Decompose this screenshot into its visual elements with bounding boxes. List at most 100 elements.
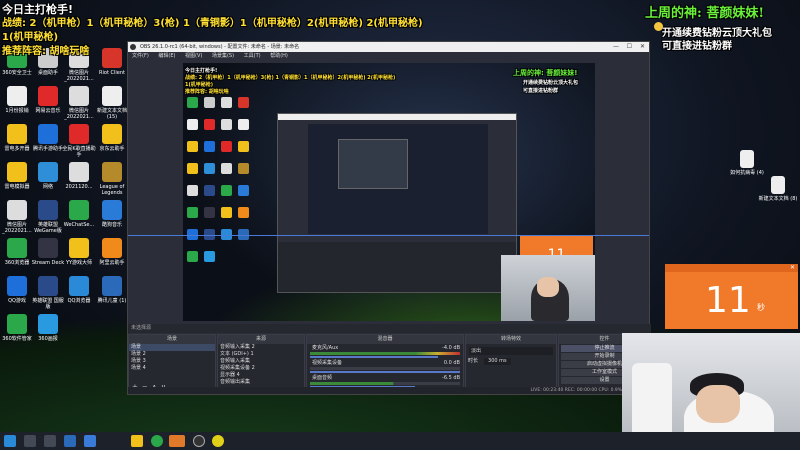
- desktop-icon-label: 网络: [42, 184, 53, 190]
- desktop-icon[interactable]: YY游戏大师: [62, 238, 96, 266]
- desktop-icon-label: 网易云音乐: [35, 108, 61, 114]
- desktop-icon-label: 360安全卫士: [2, 70, 32, 76]
- taskview-icon[interactable]: [44, 435, 56, 447]
- minimize-icon[interactable]: —: [613, 42, 619, 52]
- source-item[interactable]: 音频输出采集: [218, 379, 304, 386]
- active-app-icon[interactable]: [169, 435, 185, 447]
- preview-app-icon: [238, 163, 249, 174]
- desktop-icon[interactable]: 全民K歌直播助手: [62, 124, 96, 158]
- chrome-icon[interactable]: [151, 435, 163, 447]
- desktop-icon[interactable]: QQ浏览器: [62, 276, 96, 304]
- preview-app-icon: [238, 119, 249, 130]
- desktop-icon-label: 360浏览器: [4, 260, 30, 266]
- source-item[interactable]: 视频采集设备 2: [218, 365, 304, 372]
- close-icon[interactable]: ✕: [790, 264, 795, 271]
- menu-file[interactable]: 文件(F): [132, 53, 149, 59]
- desktop-icon[interactable]: 360画报: [31, 314, 65, 342]
- menu-tools[interactable]: 工具(T): [244, 53, 261, 59]
- app-icon: [7, 314, 27, 334]
- desktop-icon[interactable]: 微信图片_2022021...: [0, 200, 34, 234]
- search-icon[interactable]: [24, 435, 36, 447]
- desktop-icon[interactable]: 新建文本文档 (15): [95, 86, 129, 120]
- close-icon[interactable]: ✕: [640, 42, 645, 52]
- preview-app-icon: [204, 97, 215, 108]
- desktop-icon[interactable]: 雷电多开器: [0, 124, 34, 152]
- preview-app-icon: [238, 97, 249, 108]
- obs-window[interactable]: OBS 26.1.0-rc1 (64-bit, windows) - 配置文件:…: [127, 41, 651, 395]
- obs-icon[interactable]: [193, 435, 205, 447]
- desktop-icon[interactable]: 网络: [31, 162, 65, 190]
- desktop-icon[interactable]: 网易云音乐: [31, 86, 65, 114]
- desktop-icon-label: 雷电多开器: [4, 146, 30, 152]
- app-icon: [102, 48, 122, 68]
- desktop-icon[interactable]: 1月份报销: [0, 86, 34, 114]
- source-item[interactable]: 音频输入采集: [218, 358, 304, 365]
- app-icon: [102, 86, 122, 106]
- app-icon: [7, 238, 27, 258]
- duration-field[interactable]: 300 ms: [484, 358, 511, 365]
- app-icon: [69, 200, 89, 220]
- desktop-icon-right-2[interactable]: 新建文本文档 (8): [756, 176, 800, 202]
- scene-item[interactable]: 场景 3: [129, 358, 215, 365]
- windows-icon[interactable]: [4, 435, 16, 447]
- desktop-icon-right-1[interactable]: 如何抗病毒 (4): [725, 150, 769, 176]
- obs-title: OBS 26.1.0-rc1 (64-bit, windows) - 配置文件:…: [140, 44, 300, 50]
- desktop-icon[interactable]: Riot Client: [95, 48, 129, 76]
- explorer-icon[interactable]: [131, 435, 143, 447]
- transition-select[interactable]: 淡出: [469, 347, 553, 355]
- obs-titlebar[interactable]: OBS 26.1.0-rc1 (64-bit, windows) - 配置文件:…: [128, 42, 649, 52]
- desktop-icon[interactable]: 2021120...: [62, 162, 96, 190]
- menu-help[interactable]: 帮助(H): [270, 53, 288, 59]
- menu-scene-collection[interactable]: 场景集(S): [212, 53, 234, 59]
- desktop-icon-label: 雷电模拟器: [4, 184, 30, 190]
- desktop-icon-label: League of Legends: [99, 184, 125, 196]
- preview-app-icon: [187, 251, 198, 262]
- desktop-icon[interactable]: 京东云助手: [95, 124, 129, 152]
- desktop-icon[interactable]: 360浏览器: [0, 238, 34, 266]
- scene-item[interactable]: 场景: [129, 344, 215, 351]
- desktop-icon-label: 阿里云助手: [99, 260, 125, 266]
- desktop-icon[interactable]: Stream Deck: [31, 238, 65, 266]
- desktop-icon-label: 腾讯儿童 (1): [97, 298, 127, 304]
- menu-view[interactable]: 视图(V): [185, 53, 202, 59]
- app-icon: [38, 238, 58, 258]
- desktop-icon-label: 360画报: [38, 336, 58, 342]
- desktop-icon[interactable]: 腾讯儿童 (1): [95, 276, 129, 304]
- maximize-icon[interactable]: ☐: [627, 42, 632, 52]
- desktop-icon[interactable]: 雷电模拟器: [0, 162, 34, 190]
- desktop-icon[interactable]: 腾讯手游助手: [31, 124, 65, 152]
- app-icon: [69, 238, 89, 258]
- sources-panel: 来源 音频输入采集 2 文本 (GDI+) 1 音频输入采集 视频采集设备 2 …: [217, 334, 305, 394]
- app-icon: [69, 162, 89, 182]
- desktop-icon[interactable]: 英雄联盟 WeGame版: [31, 200, 65, 234]
- edge-icon[interactable]: [64, 435, 76, 447]
- volume-slider[interactable]: [310, 356, 438, 358]
- preview-app-icon: [204, 207, 215, 218]
- menu-edit[interactable]: 编辑(E): [158, 53, 175, 59]
- preview-app-icon: [187, 97, 198, 108]
- desktop-icon[interactable]: 英雄联盟 国服版: [31, 276, 65, 310]
- app-icon: [102, 238, 122, 258]
- desktop-icon[interactable]: League of Legends: [95, 162, 129, 196]
- source-item[interactable]: 文本 (GDI+) 1: [218, 351, 304, 358]
- desktop-icon[interactable]: QQ游戏: [0, 276, 34, 304]
- source-item[interactable]: 显示器 4: [218, 372, 304, 379]
- app-icon: [7, 124, 27, 144]
- obs-preview[interactable]: 今日主打枪手! 战绩: 2（机甲枪）1（机甲秘枪）3(枪) 1（青铜影）1（机甲…: [183, 63, 595, 321]
- desktop-icon[interactable]: WeChatSe...: [62, 200, 96, 228]
- desktop-icon[interactable]: 360软件管家: [0, 314, 34, 342]
- app-icon: [38, 124, 58, 144]
- desktop-icon[interactable]: 酷狗音乐: [95, 200, 129, 228]
- overlay-lineup: 推荐阵容: 胡啥玩啥: [2, 46, 90, 57]
- desktop-icon[interactable]: 阿里云助手: [95, 238, 129, 266]
- app-icon[interactable]: [212, 435, 224, 447]
- scene-item[interactable]: 场景 2: [129, 351, 215, 358]
- volume-meter: [310, 352, 460, 355]
- source-item[interactable]: 音频输入采集 2: [218, 344, 304, 351]
- desktop-icon[interactable]: 微信图片_2022021...: [62, 86, 96, 120]
- desktop-icon-label: QQ浏览器: [67, 298, 91, 304]
- mixer-panel: 混音器 麦克风/Aux -4.0 dB 视频采集设备 0.0 dB 桌面音频 -6.5…: [306, 334, 464, 394]
- scene-item[interactable]: 场景 4: [129, 365, 215, 372]
- store-icon[interactable]: [84, 435, 96, 447]
- volume-slider[interactable]: [310, 371, 460, 373]
